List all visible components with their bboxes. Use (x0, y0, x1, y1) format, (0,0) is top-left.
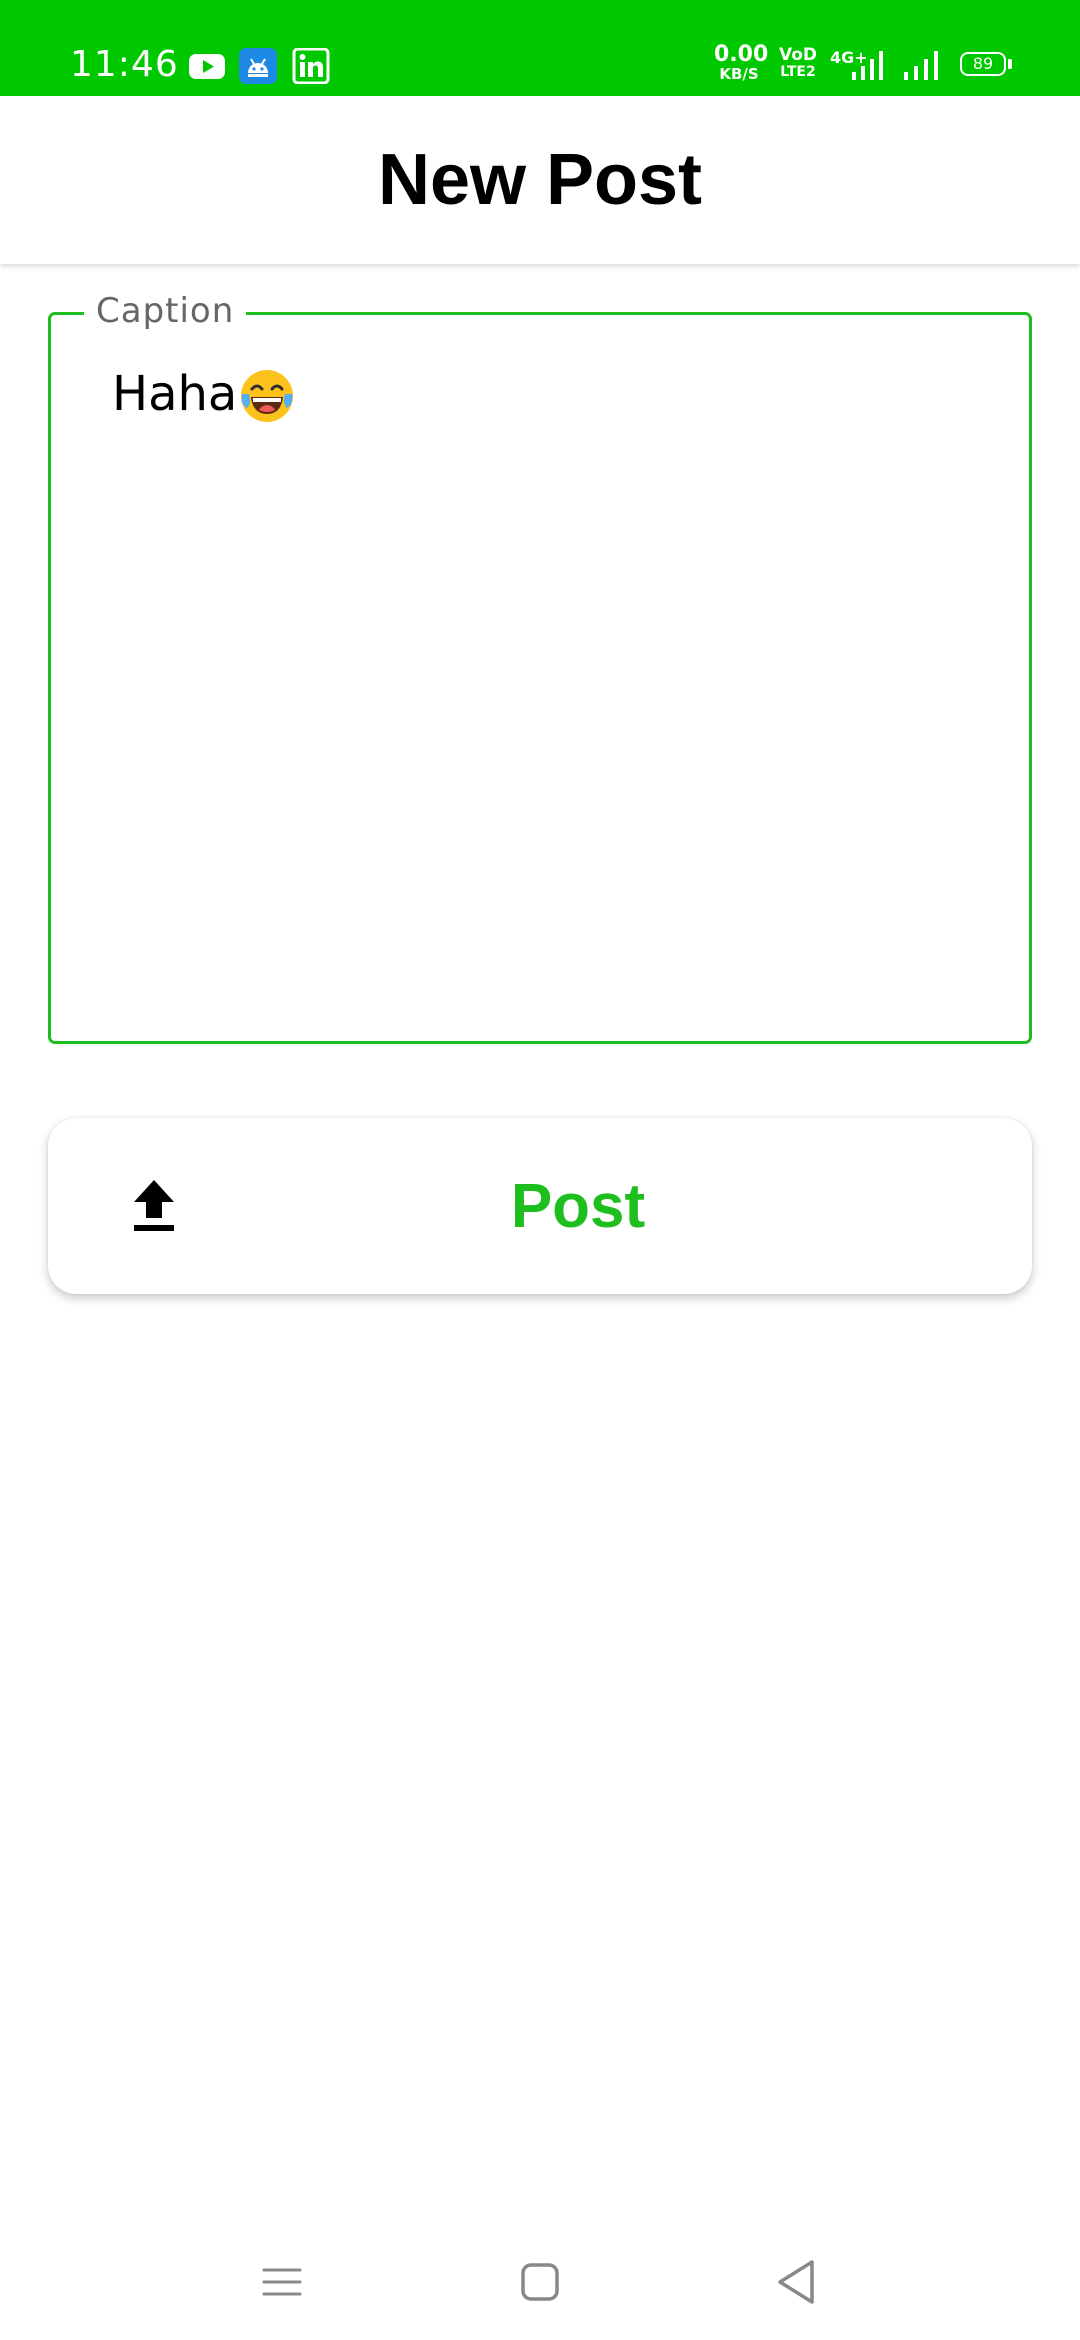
network-speed: 0.00 KB/S (714, 42, 769, 83)
menu-icon[interactable] (250, 2250, 314, 2314)
volte-top: VoD (778, 45, 818, 65)
post-button[interactable]: Post (48, 1118, 1032, 1294)
volte-bottom: LTE2 (780, 64, 816, 80)
network-speed-value: 0.00 (714, 42, 769, 67)
back-icon[interactable] (764, 2250, 828, 2314)
battery-level: 89 (972, 54, 994, 73)
battery-tip (1008, 59, 1012, 69)
android-icon (239, 48, 277, 84)
battery-icon: 89 (960, 52, 1006, 76)
youtube-icon (189, 54, 225, 79)
caption-value: Haha (112, 366, 238, 422)
system-navigation-bar (0, 2220, 1080, 2340)
page-title: New Post (377, 140, 703, 220)
caption-text[interactable]: Haha (112, 368, 295, 424)
volte-indicator: VoD LTE2 (778, 45, 818, 80)
status-time: 11:46 (70, 44, 179, 85)
home-icon[interactable] (508, 2250, 572, 2314)
caption-label: Caption (84, 294, 247, 328)
signal-strength-icon-sim2 (904, 51, 938, 80)
new-post-screen: 11:46 0.00 KB/S VoD LTE2 4G+ 89 New Post… (0, 0, 1080, 2340)
app-bar: New Post (0, 96, 1080, 264)
laughing-emoji-icon (241, 370, 294, 422)
status-bar: 11:46 0.00 KB/S VoD LTE2 4G+ 89 (0, 0, 1080, 96)
signal-strength-icon (852, 51, 883, 80)
linkedin-icon (292, 48, 330, 84)
post-button-label: Post (510, 1172, 646, 1241)
network-speed-unit: KB/S (719, 65, 759, 83)
